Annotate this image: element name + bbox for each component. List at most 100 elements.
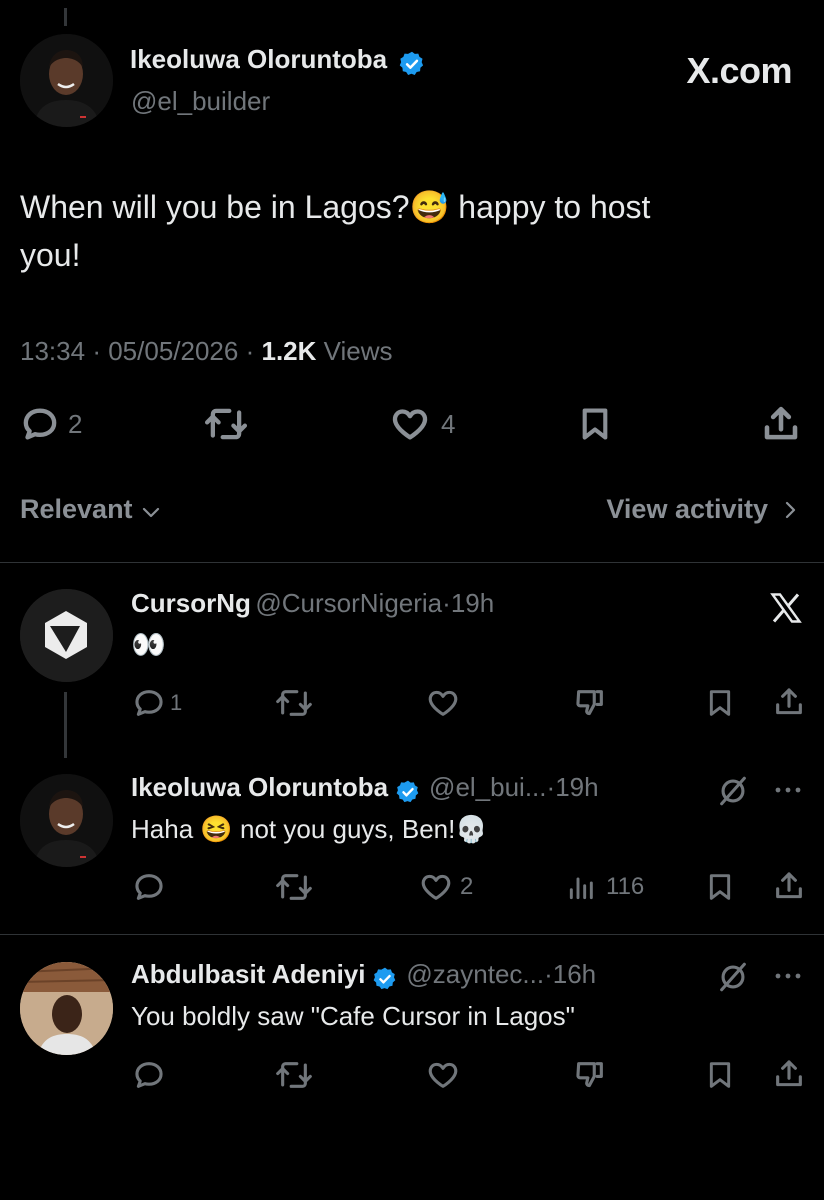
share-button[interactable] <box>760 403 802 445</box>
bookmark-icon <box>709 1062 731 1088</box>
emoji-skull: 💀 <box>455 814 488 844</box>
reply2-author-name[interactable]: Ikeoluwa Oloruntoba <box>131 772 388 802</box>
reply2-bookmark-button[interactable] <box>704 870 736 904</box>
avatar-ikeoluwa[interactable] <box>20 34 113 127</box>
reply2-time[interactable]: 19h <box>555 772 598 802</box>
grok-icon <box>720 776 746 806</box>
meta-sep-2: · <box>245 336 255 366</box>
like-button[interactable]: 4 <box>389 404 455 444</box>
reply3-retweet-button[interactable] <box>274 1058 314 1092</box>
heart-icon <box>421 874 451 900</box>
reply1-reply-button[interactable]: 1 <box>132 686 182 720</box>
cursor-logo-icon <box>20 589 113 682</box>
reply3-time[interactable]: 16h <box>553 959 596 989</box>
reply2-sep: · <box>546 772 556 802</box>
retweet-icon <box>276 1062 312 1088</box>
like-count: 4 <box>441 408 456 439</box>
reply-icon <box>135 690 163 716</box>
reply2-text: Haha 😆 not you guys, Ben!💀 <box>131 814 488 845</box>
views-label: Views <box>323 336 393 366</box>
reply2-retweet-button[interactable] <box>274 870 314 904</box>
bookmark-icon <box>582 408 608 440</box>
reply1-author-name[interactable]: CursorNg <box>131 588 251 618</box>
reply-icon <box>23 408 57 440</box>
reply1-text: 👀 <box>131 629 166 660</box>
bookmark-icon <box>709 874 731 900</box>
main-tweet-text: When will you be in Lagos?😅 happy to hos… <box>20 183 800 279</box>
reply1-author-handle[interactable]: @CursorNigeria <box>255 588 442 618</box>
reply2-views-count: 116 <box>606 873 645 900</box>
reply3-author-name[interactable]: Abdulbasit Adeniyi <box>131 959 366 989</box>
avatar-cursorng[interactable] <box>20 589 113 682</box>
thread-line-top <box>64 8 67 26</box>
share-icon <box>776 1060 802 1087</box>
reply-icon <box>135 1062 163 1088</box>
reply3-header: Abdulbasit Adeniyi @zayntec...·16h <box>131 959 596 992</box>
reply2-text-b: not you guys, Ben! <box>232 814 456 844</box>
reply3-more-button[interactable] <box>772 966 804 986</box>
reply1-bookmark-button[interactable] <box>704 686 736 720</box>
downvote-icon <box>576 690 603 716</box>
retweet-icon <box>276 874 312 900</box>
reply2-like-count: 2 <box>460 873 474 900</box>
downvote-icon <box>576 1062 603 1088</box>
tweet-time[interactable]: 13:34 <box>20 336 85 366</box>
retweet-button[interactable] <box>203 404 249 444</box>
avatar-abdulbasit[interactable] <box>20 962 113 1055</box>
views-icon <box>569 877 593 900</box>
reply-divider <box>0 934 824 935</box>
thread-connector <box>64 692 67 758</box>
sort-label: Relevant <box>20 494 133 524</box>
emoji-laughing: 😆 <box>200 814 233 844</box>
sort-selector[interactable]: Relevant <box>20 494 163 525</box>
reply2-reply-button[interactable] <box>132 870 166 904</box>
reply2-views-button[interactable]: 116 <box>566 870 644 904</box>
reply1-retweet-button[interactable] <box>274 686 314 720</box>
chevron-right-icon <box>785 501 796 518</box>
reply3-downvote-button[interactable] <box>572 1058 608 1092</box>
reply1-downvote-button[interactable] <box>572 686 608 720</box>
main-text-part1: When will you be in Lagos? <box>20 189 410 225</box>
share-icon <box>776 688 802 715</box>
main-author-row: Ikeoluwa Oloruntoba <box>130 44 426 78</box>
meta-sep-1: · <box>92 336 101 366</box>
bookmark-button[interactable] <box>576 404 614 444</box>
retweet-icon <box>276 690 312 716</box>
verified-badge-icon <box>398 50 426 78</box>
share-icon <box>764 406 798 440</box>
grok-icon <box>720 962 746 992</box>
section-divider <box>0 562 824 563</box>
reply1-time[interactable]: 19h <box>451 588 494 618</box>
reply3-like-button[interactable] <box>425 1058 461 1092</box>
reply-icon <box>135 874 163 900</box>
reply1-like-button[interactable] <box>425 686 461 720</box>
reply3-author-handle[interactable]: @zayntec... <box>406 959 544 989</box>
share-icon <box>776 872 802 899</box>
reply3-bookmark-button[interactable] <box>704 1058 736 1092</box>
reply3-share-button[interactable] <box>772 1056 806 1092</box>
reply2-grok-button[interactable] <box>716 774 750 808</box>
reply2-like-button[interactable]: 2 <box>418 870 473 904</box>
main-author-name[interactable]: Ikeoluwa Oloruntoba <box>130 44 387 74</box>
reply2-author-handle[interactable]: @el_bui... <box>429 772 546 802</box>
main-author-handle[interactable]: @el_builder <box>131 86 270 117</box>
reply1-share-button[interactable] <box>772 684 806 720</box>
chevron-down-icon <box>142 507 159 517</box>
reply3-reply-button[interactable] <box>132 1058 166 1092</box>
reply3-grok-button[interactable] <box>716 960 750 994</box>
reply-button[interactable]: 2 <box>20 404 82 444</box>
main-text-part2: happy to host <box>449 189 651 225</box>
reply2-text-a: Haha <box>131 814 201 844</box>
x-com-watermark: X.com <box>686 50 792 91</box>
verified-badge-icon <box>395 779 421 805</box>
reply-count: 2 <box>68 408 83 439</box>
tweet-date[interactable]: 05/05/2026 <box>108 336 238 366</box>
avatar-ikeoluwa-reply[interactable] <box>20 774 113 867</box>
reply2-more-button[interactable] <box>772 780 804 800</box>
emoji-sweat-smile: 😅 <box>409 189 450 225</box>
reply2-header: Ikeoluwa Oloruntoba @el_bui...·19h <box>131 772 599 805</box>
heart-icon <box>428 1062 458 1088</box>
view-activity-link[interactable]: View activity <box>606 494 802 525</box>
reply2-share-button[interactable] <box>772 868 806 904</box>
reply3-sep: · <box>544 959 553 989</box>
